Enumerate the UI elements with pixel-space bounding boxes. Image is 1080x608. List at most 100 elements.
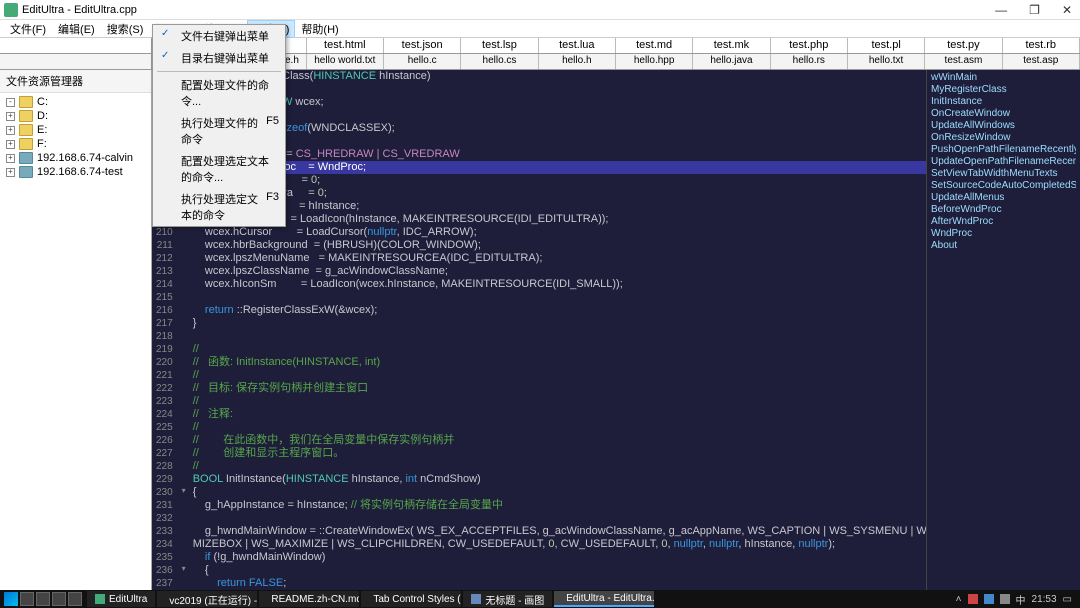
code-line[interactable]: { xyxy=(189,564,926,577)
tray-icon[interactable] xyxy=(968,594,978,604)
task-view-icon[interactable] xyxy=(36,592,50,606)
code-line[interactable]: // 在此函数中，我们在全局变量中保存实例句柄并 xyxy=(189,434,926,447)
tab-test.asm[interactable]: test.asm xyxy=(925,54,1002,69)
code-line[interactable]: wcex.lpfnWndProc = WndProc; xyxy=(189,161,926,174)
tree-item[interactable]: +F: xyxy=(0,137,151,151)
code-line[interactable]: { xyxy=(189,83,926,96)
dropdown-item[interactable]: ✓目录右键弹出菜单 xyxy=(153,47,285,69)
code-line[interactable]: // 创建和显示主程序窗口。 xyxy=(189,447,926,460)
tab-test.md[interactable]: test.md xyxy=(616,38,693,53)
code-line[interactable]: return FALSE; xyxy=(189,577,926,590)
tab-test.pl[interactable]: test.pl xyxy=(848,38,925,53)
dropdown-item[interactable]: 执行处理选定文本的命令F3 xyxy=(153,188,285,226)
tree-item[interactable]: +E: xyxy=(0,123,151,137)
fold-marker[interactable] xyxy=(179,291,189,304)
code-line[interactable]: wcex.lpszMenuName = MAKEINTRESOURCEA(IDC… xyxy=(189,252,926,265)
code-line[interactable]: ATOM MyRegisterClass(HINSTANCE hInstance… xyxy=(189,70,926,83)
fold-marker[interactable] xyxy=(179,421,189,434)
code-line[interactable] xyxy=(189,291,926,304)
tree-item[interactable]: +D: xyxy=(0,109,151,123)
tab-test.rb[interactable]: test.rb xyxy=(1003,38,1080,53)
symbol-item[interactable]: PushOpenPathFilenameRecently xyxy=(931,144,1076,156)
menu-0[interactable]: 文件(F) xyxy=(4,20,52,38)
tree-expand-icon[interactable]: + xyxy=(6,112,15,121)
notification-icon[interactable]: ▭ xyxy=(1063,594,1072,605)
symbol-item[interactable]: AfterWndProc xyxy=(931,216,1076,228)
menu-6[interactable]: 帮助(H) xyxy=(295,20,344,38)
fold-marker[interactable] xyxy=(179,525,189,538)
tab-test.lsp[interactable]: test.lsp xyxy=(461,38,538,53)
fold-marker[interactable] xyxy=(179,382,189,395)
tree-item[interactable]: +192.168.6.74-test xyxy=(0,165,151,179)
tab-hello.java[interactable]: hello.java xyxy=(693,54,770,69)
code-line[interactable]: // xyxy=(189,395,926,408)
code-line[interactable]: wcex.hbrBackground = (HBRUSH)(COLOR_WIND… xyxy=(189,239,926,252)
fold-marker[interactable] xyxy=(179,356,189,369)
fold-marker[interactable] xyxy=(179,434,189,447)
tree-expand-icon[interactable]: + xyxy=(6,154,15,163)
code-line[interactable]: wcex.hInstance = hInstance; xyxy=(189,200,926,213)
code-line[interactable] xyxy=(189,512,926,525)
tab-test.py[interactable]: test.py xyxy=(925,38,1002,53)
symbol-item[interactable]: OnResizeWindow xyxy=(931,132,1076,144)
tab-hello.txt[interactable]: hello.txt xyxy=(848,54,925,69)
tab-hello world.txt[interactable]: hello world.txt xyxy=(307,54,384,69)
taskbar-app[interactable]: Tab Control Styles (... xyxy=(361,591,461,607)
tab-hello.hpp[interactable]: hello.hpp xyxy=(616,54,693,69)
code-line[interactable]: // 函数: InitInstance(HINSTANCE, int) xyxy=(189,356,926,369)
fold-marker[interactable] xyxy=(179,330,189,343)
tab-test.lua[interactable]: test.lua xyxy=(539,38,616,53)
fold-marker[interactable] xyxy=(179,252,189,265)
code-line[interactable]: if (!g_hwndMainWindow) xyxy=(189,551,926,564)
dropdown-item[interactable]: 执行处理文件的命令F5 xyxy=(153,112,285,150)
fold-marker[interactable] xyxy=(179,239,189,252)
tab-hello.h[interactable]: hello.h xyxy=(539,54,616,69)
fold-marker[interactable]: ▾ xyxy=(179,486,189,499)
clock[interactable]: 21:53 xyxy=(1032,594,1057,605)
symbol-item[interactable]: WndProc xyxy=(931,228,1076,240)
explorer-icon[interactable] xyxy=(52,592,66,606)
tab-hello.rs[interactable]: hello.rs xyxy=(771,54,848,69)
tree-expand-icon[interactable]: + xyxy=(6,140,15,149)
code-line[interactable]: // xyxy=(189,460,926,473)
code-line[interactable]: wcex.cbWndExtra = 0; xyxy=(189,187,926,200)
menu-2[interactable]: 搜索(S) xyxy=(101,20,150,38)
symbol-item[interactable]: wWinMain xyxy=(931,72,1076,84)
maximize-button[interactable]: ❐ xyxy=(1025,3,1044,17)
tab-test.html[interactable]: test.html xyxy=(307,38,384,53)
taskbar-app[interactable]: vc2019 (正在运行) - ... xyxy=(157,591,257,607)
fold-marker[interactable] xyxy=(179,473,189,486)
dropdown-item[interactable]: ✓文件右键弹出菜单 xyxy=(153,25,285,47)
tab-test.asp[interactable]: test.asp xyxy=(1003,54,1080,69)
tray-ime-icon[interactable]: 中 xyxy=(1016,592,1026,607)
fold-marker[interactable] xyxy=(179,499,189,512)
tab-test.mk[interactable]: test.mk xyxy=(693,38,770,53)
fold-marker[interactable] xyxy=(179,577,189,590)
code-line[interactable]: wcex.cbClsExtra = 0; xyxy=(189,174,926,187)
code-line[interactable]: BOOL InitInstance(HINSTANCE hInstance, i… xyxy=(189,473,926,486)
symbol-item[interactable]: SetViewTabWidthMenuTexts xyxy=(931,168,1076,180)
symbol-item[interactable]: InitInstance xyxy=(931,96,1076,108)
code-line[interactable]: wcex.hIconSm = LoadIcon(wcex.hInstance, … xyxy=(189,278,926,291)
tree-expand-icon[interactable]: - xyxy=(6,98,15,107)
fold-marker[interactable]: ▾ xyxy=(179,564,189,577)
fold-marker[interactable] xyxy=(179,538,189,551)
close-button[interactable]: ✕ xyxy=(1058,3,1076,17)
taskbar-app[interactable]: EditUltra xyxy=(87,591,155,607)
code-line[interactable] xyxy=(189,135,926,148)
code-line[interactable] xyxy=(189,109,926,122)
tree-expand-icon[interactable]: + xyxy=(6,126,15,135)
code-line[interactable]: // 注释: xyxy=(189,408,926,421)
code-line[interactable]: wcex.hCursor = LoadCursor(nullptr, IDC_A… xyxy=(189,226,926,239)
tree-item[interactable]: +192.168.6.74-calvin xyxy=(0,151,151,165)
code-line[interactable]: WNDCLASSEXW wcex; xyxy=(189,96,926,109)
fold-marker[interactable] xyxy=(179,343,189,356)
tab-test.php[interactable]: test.php xyxy=(771,38,848,53)
symbol-item[interactable]: UpdateAllWindows xyxy=(931,120,1076,132)
tab-test.json[interactable]: test.json xyxy=(384,38,461,53)
terminal-icon[interactable] xyxy=(68,592,82,606)
tab-hello.cs[interactable]: hello.cs xyxy=(461,54,538,69)
code-line[interactable]: // xyxy=(189,343,926,356)
code-line[interactable]: // xyxy=(189,369,926,382)
taskbar-app[interactable]: EditUltra - EditUltra... xyxy=(554,591,654,607)
